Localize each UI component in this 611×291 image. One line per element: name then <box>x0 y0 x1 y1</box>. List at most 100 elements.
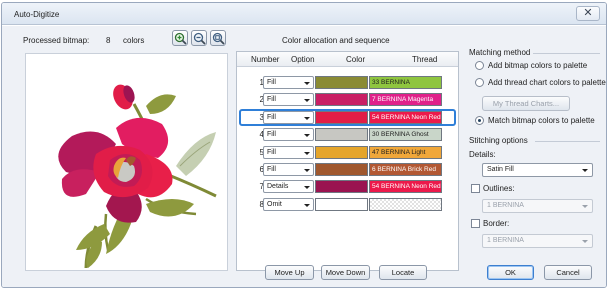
column-header-number: Number <box>251 55 280 64</box>
zoom-out-icon <box>193 32 206 45</box>
option-dropdown[interactable]: Details <box>263 180 314 194</box>
option-dropdown[interactable]: Fill <box>263 76 314 89</box>
thread-cell[interactable]: 7 BERNINA Magenta <box>369 93 442 107</box>
zoom-fit-icon <box>212 32 225 45</box>
radio-button[interactable] <box>475 116 484 125</box>
radio-button[interactable] <box>475 78 484 87</box>
option-value: Fill <box>267 79 276 86</box>
chevron-down-icon <box>304 203 310 207</box>
thread-cell[interactable]: 33 BERNINA <box>369 76 442 89</box>
table-row[interactable]: 1 Fill 33 BERNINA <box>240 75 456 90</box>
title-bar: Auto-Digitize ✕ <box>2 3 606 25</box>
ok-button[interactable]: OK <box>487 265 534 280</box>
color-swatch[interactable] <box>315 145 368 159</box>
border-thread-dropdown[interactable]: 1 BERNINA <box>482 234 593 248</box>
chevron-down-icon <box>304 169 310 172</box>
thread-name: 33 BERNINA <box>372 79 410 86</box>
bitmap-preview <box>25 53 228 271</box>
stitching-options-divider <box>535 141 600 142</box>
window-title: Auto-Digitize <box>14 10 60 19</box>
color-allocation-title: Color allocation and sequence <box>282 36 390 45</box>
thread-cell[interactable]: 54 BERNINA Neon Red <box>369 110 442 124</box>
auto-digitize-dialog: Auto-Digitize ✕ Processed bitmap: 8 colo… <box>1 2 607 288</box>
option-value: Fill <box>267 113 276 121</box>
column-header-option: Option <box>291 55 315 64</box>
zoom-in-button[interactable] <box>172 30 188 46</box>
color-swatch[interactable] <box>315 180 368 194</box>
thread-name: 54 BERNINA Neon Red <box>372 113 441 121</box>
option-dropdown[interactable]: Fill <box>263 110 314 124</box>
option-value: Fill <box>267 166 276 173</box>
option-dropdown[interactable]: Omit <box>263 197 314 211</box>
color-swatch[interactable] <box>315 110 368 124</box>
thread-name: 30 BERNINA Ghost <box>372 131 429 139</box>
chevron-down-icon <box>304 186 310 190</box>
move-down-button[interactable]: Move Down <box>321 265 370 280</box>
outlines-checkbox[interactable] <box>471 184 480 193</box>
move-up-button[interactable]: Move Up <box>265 265 314 280</box>
flower-bitmap-image <box>58 84 217 269</box>
thread-name: 6 BERNINA Brick Red <box>372 166 436 173</box>
radio-label: Add thread chart colors to palette <box>488 78 606 87</box>
radio-button[interactable] <box>475 61 484 70</box>
chevron-down-icon <box>304 116 310 120</box>
thread-cell[interactable]: 54 BERNINA Neon Red <box>369 180 442 194</box>
border-value: 1 BERNINA <box>487 237 524 244</box>
color-count-unit: colors <box>123 36 145 45</box>
thread-cell[interactable]: 6 BERNINA Brick Red <box>369 163 442 176</box>
chevron-down-icon <box>582 205 588 208</box>
stitching-options-title: Stitching options <box>469 136 528 145</box>
option-value: Fill <box>267 148 276 156</box>
thread-name: 7 BERNINA Magenta <box>372 96 434 104</box>
thread-name: 47 BERNINA Light <box>372 148 426 156</box>
details-value: Satin Fill <box>487 166 514 173</box>
matching-method-title: Matching method <box>469 48 531 57</box>
color-swatch[interactable] <box>315 93 368 107</box>
zoom-out-button[interactable] <box>191 30 207 46</box>
outlines-thread-dropdown[interactable]: 1 BERNINA <box>482 199 593 213</box>
zoom-in-icon <box>174 32 187 45</box>
outlines-label: Outlines: <box>483 184 515 193</box>
table-row[interactable]: 2 Fill 7 BERNINA Magenta <box>240 92 456 107</box>
processed-bitmap-label: Processed bitmap: <box>23 36 90 45</box>
my-thread-charts-button[interactable]: My Thread Charts... <box>482 96 570 111</box>
chevron-down-icon <box>304 134 310 138</box>
details-dropdown[interactable]: Satin Fill <box>482 163 593 177</box>
radio-label: Match bitmap colors to palette <box>488 116 595 125</box>
option-value: Fill <box>267 131 276 139</box>
color-swatch[interactable] <box>315 76 368 89</box>
option-dropdown[interactable]: Fill <box>263 145 314 159</box>
option-dropdown[interactable]: Fill <box>263 93 314 107</box>
color-swatch[interactable] <box>315 128 368 142</box>
chevron-down-icon <box>304 151 310 155</box>
close-button[interactable]: ✕ <box>576 6 600 21</box>
chevron-down-icon <box>304 99 310 103</box>
chevron-down-icon <box>304 82 310 85</box>
details-label: Details: <box>469 150 496 159</box>
border-checkbox[interactable] <box>471 219 480 228</box>
table-row[interactable]: 7 Details 54 BERNINA Neon Red <box>240 179 456 194</box>
table-row[interactable]: 8 Omit <box>240 197 456 212</box>
option-value: Fill <box>267 96 276 104</box>
option-dropdown[interactable]: Fill <box>263 128 314 142</box>
table-row[interactable]: 3 Fill 54 BERNINA Neon Red <box>240 110 456 125</box>
column-header-color: Color <box>346 55 366 64</box>
zoom-fit-button[interactable] <box>210 30 226 46</box>
thread-cell[interactable] <box>369 197 442 211</box>
option-value: Omit <box>267 200 282 208</box>
locate-button[interactable]: Locate <box>379 265 427 280</box>
thread-cell[interactable]: 30 BERNINA Ghost <box>369 128 442 142</box>
color-swatch[interactable] <box>315 197 368 211</box>
thread-cell[interactable]: 47 BERNINA Light <box>369 145 442 159</box>
dialog-body: Processed bitmap: 8 colors Color allocat… <box>2 26 606 287</box>
color-swatch[interactable] <box>315 163 368 176</box>
table-row[interactable]: 6 Fill 6 BERNINA Brick Red <box>240 162 456 177</box>
option-dropdown[interactable]: Fill <box>263 163 314 176</box>
table-header: Number Option Color Thread <box>237 52 458 67</box>
table-row[interactable]: 5 Fill 47 BERNINA Light <box>240 145 456 160</box>
option-value: Details <box>267 183 289 191</box>
cancel-button[interactable]: Cancel <box>544 265 592 280</box>
radio-label: Add bitmap colors to palette <box>488 61 588 70</box>
color-allocation-table: Number Option Color Thread 1 Fill 33 BERNI… <box>236 51 459 271</box>
table-row[interactable]: 4 Fill 30 BERNINA Ghost <box>240 127 456 142</box>
